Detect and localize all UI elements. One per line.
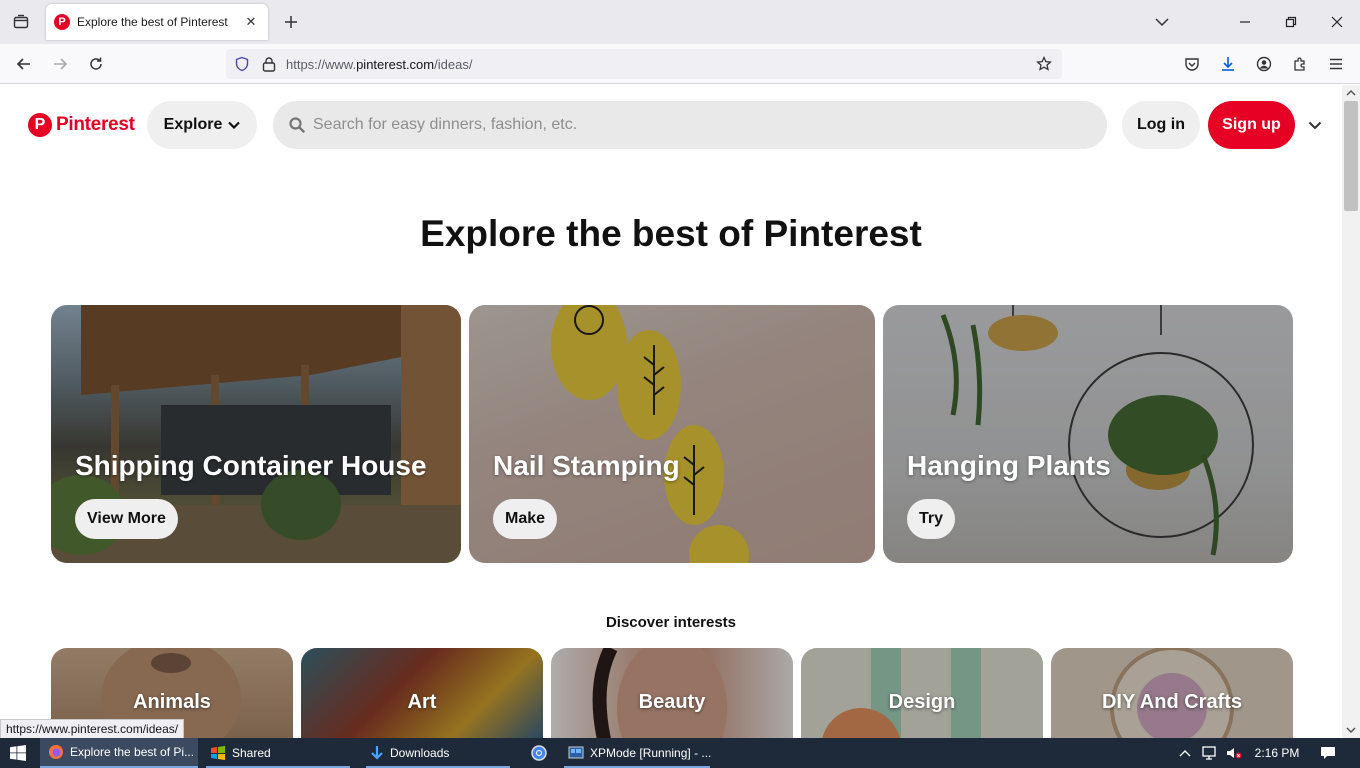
tab-title: Explore the best of Pinterest <box>77 15 228 29</box>
reload-icon[interactable] <box>79 44 113 84</box>
taskbar-chrome[interactable] <box>522 738 556 768</box>
taskbar-xpmode[interactable]: XPMode [Running] - ... <box>560 738 714 768</box>
browser-tab-bar: P Explore the best of Pinterest ✕ <box>0 0 1360 44</box>
pinterest-logo[interactable]: P Pinterest <box>28 113 135 137</box>
new-tab-icon[interactable] <box>274 4 308 40</box>
downloads-icon[interactable] <box>1211 44 1245 84</box>
chrome-icon <box>531 745 547 761</box>
taskbar-firefox[interactable]: Explore the best of Pi... <box>40 738 198 768</box>
taskbar-item-label: Shared <box>232 746 271 760</box>
make-button[interactable]: Make <box>493 499 558 539</box>
active-tab[interactable]: P Explore the best of Pinterest ✕ <box>46 4 268 40</box>
interest-tile-design[interactable]: Design <box>801 648 1043 738</box>
tracking-protection-icon[interactable] <box>234 56 250 72</box>
close-tab-icon[interactable]: ✕ <box>242 14 260 30</box>
interest-tile-beauty[interactable]: Beauty <box>551 648 793 738</box>
more-options-chevron-icon[interactable] <box>1304 113 1326 137</box>
taskbar-downloads[interactable]: Downloads <box>362 738 514 768</box>
forward-icon[interactable] <box>43 44 77 84</box>
notifications-icon[interactable] <box>1312 738 1344 768</box>
scroll-down-icon[interactable] <box>1346 726 1356 734</box>
status-url-tooltip: https://www.pinterest.com/ideas/ <box>0 719 185 738</box>
windows-logo-icon <box>10 745 26 761</box>
try-button[interactable]: Try <box>907 499 956 539</box>
taskbar-item-label: XPMode [Running] - ... <box>590 746 712 760</box>
interest-label: Design <box>888 691 956 713</box>
explore-label: Explore <box>163 116 223 133</box>
interest-tile-art[interactable]: Art <box>301 648 543 738</box>
volume-muted-icon[interactable] <box>1222 738 1246 768</box>
download-arrow-icon <box>370 745 384 761</box>
lock-icon[interactable] <box>262 56 276 72</box>
clock[interactable]: 2:16 PM <box>1246 738 1308 768</box>
minimize-icon[interactable] <box>1230 8 1260 36</box>
address-bar[interactable]: https://www.pinterest.com/ideas/ <box>226 49 1062 79</box>
page-title: Explore the best of Pinterest <box>420 213 922 254</box>
pinterest-logo-icon: P <box>28 113 52 137</box>
view-more-button[interactable]: View More <box>75 499 178 539</box>
taskbar-item-label: Explore the best of Pi... <box>70 745 195 759</box>
show-hidden-icons-icon[interactable] <box>1174 738 1196 768</box>
card-title: Hanging Plants <box>907 450 1111 481</box>
idea-card[interactable]: Nail Stamping Make <box>469 305 875 563</box>
logo-text: Pinterest <box>56 114 135 135</box>
firefox-icon <box>48 744 64 760</box>
explore-button[interactable]: Explore <box>147 101 257 149</box>
scrollbar-thumb[interactable] <box>1344 101 1358 211</box>
network-icon[interactable] <box>1198 738 1222 768</box>
pinterest-favicon-icon: P <box>54 14 70 30</box>
search-icon <box>289 117 305 133</box>
bookmark-star-icon[interactable] <box>1036 56 1052 72</box>
taskbar-shared-folder[interactable]: Shared <box>202 738 354 768</box>
back-icon[interactable] <box>7 44 41 84</box>
card-title: Shipping Container House <box>75 450 427 481</box>
idea-card[interactable]: Shipping Container House View More <box>51 305 461 563</box>
windows-taskbar: Explore the best of Pi... Shared Downloa… <box>0 738 1360 768</box>
tab-list-icon[interactable] <box>4 4 38 40</box>
card-title: Nail Stamping <box>493 450 680 481</box>
idea-card[interactable]: Hanging Plants Try <box>883 305 1293 563</box>
search-input[interactable] <box>313 116 1013 134</box>
browser-nav-bar: https://www.pinterest.com/ideas/ <box>0 44 1360 84</box>
menu-icon[interactable] <box>1319 44 1353 84</box>
taskbar-item-label: Downloads <box>390 746 450 760</box>
extensions-icon[interactable] <box>1283 44 1317 84</box>
signup-button[interactable]: Sign up <box>1208 101 1295 149</box>
interest-label: Animals <box>133 691 211 713</box>
page-content: P Pinterest Explore Log in Sign up Explo… <box>0 85 1342 738</box>
discover-interests-heading: Discover interests <box>605 614 737 631</box>
url-text: https://www.pinterest.com/ideas/ <box>286 56 473 72</box>
interest-label: Art <box>407 691 437 713</box>
interest-label: Beauty <box>638 691 706 713</box>
login-button[interactable]: Log in <box>1122 101 1200 149</box>
start-button[interactable] <box>0 738 36 768</box>
scroll-up-icon[interactable] <box>1346 89 1356 97</box>
restore-icon[interactable] <box>1276 8 1306 36</box>
interest-label: DIY And Crafts <box>1101 691 1243 713</box>
pocket-icon[interactable] <box>1175 44 1209 84</box>
close-window-icon[interactable] <box>1322 8 1352 36</box>
windows-flag-icon <box>210 745 226 761</box>
search-bar[interactable] <box>273 101 1107 149</box>
chevron-down-icon <box>228 121 241 129</box>
list-all-tabs-icon[interactable] <box>1147 8 1177 36</box>
account-icon[interactable] <box>1247 44 1281 84</box>
interest-tile-diy[interactable]: DIY And Crafts <box>1051 648 1293 738</box>
virtual-machine-icon <box>568 745 584 761</box>
